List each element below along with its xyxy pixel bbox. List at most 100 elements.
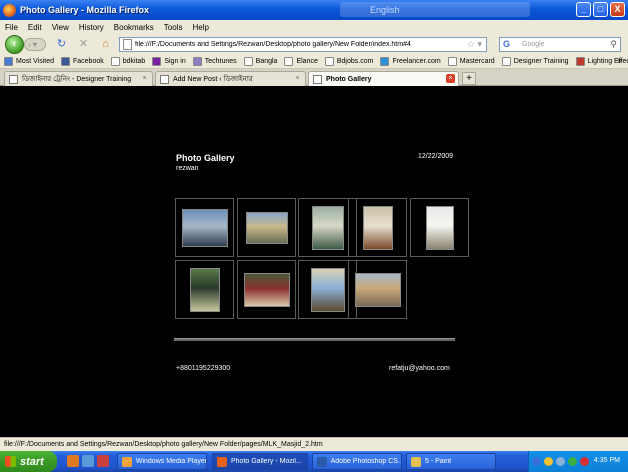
- search-placeholder: Google: [522, 41, 545, 48]
- windows-logo-icon: [5, 456, 16, 467]
- bookmark-label: Elance: [296, 57, 318, 65]
- quicklaunch-firefox-icon[interactable]: [67, 455, 79, 467]
- tab-close-icon[interactable]: ×: [446, 74, 455, 83]
- tray-messenger-icon[interactable]: [544, 457, 553, 466]
- quicklaunch-media-icon[interactable]: [97, 455, 109, 467]
- forward-button[interactable]: › ▾: [24, 38, 46, 51]
- bookmark-icon: [192, 56, 202, 66]
- tab-designer-training[interactable]: ডিজাইনার ট্রেনিং - Designer Training ×: [4, 71, 153, 86]
- menu-tools[interactable]: Tools: [164, 23, 183, 32]
- footer-phone: +8801195229300: [176, 365, 231, 372]
- thumbnail-image: [189, 267, 220, 312]
- bookmark-item[interactable]: bdkitab: [110, 56, 146, 66]
- taskbar-app-icon: [122, 456, 132, 467]
- bookmark-label: Sign in: [164, 57, 186, 65]
- page-content: Photo Gallery rezwan 12/22/2009 +8801195…: [0, 86, 628, 437]
- url-text[interactable]: file:///F:/Documents and Settings/Rezwan…: [135, 41, 411, 48]
- bookmark-item[interactable]: Bangla: [243, 56, 278, 66]
- search-box[interactable]: G Google ⚲: [499, 37, 621, 52]
- maximize-button[interactable]: □: [593, 2, 608, 17]
- bookmark-icon: [243, 56, 253, 66]
- taskbar-button[interactable]: Adobe Photoshop CS...: [312, 453, 402, 470]
- taskbar-app-icon: [411, 456, 421, 467]
- gallery-thumbnail[interactable]: [175, 198, 234, 257]
- menu-edit[interactable]: Edit: [28, 23, 42, 32]
- close-button[interactable]: X: [610, 2, 625, 17]
- stop-icon[interactable]: ✕: [77, 38, 90, 51]
- gallery-thumbnail[interactable]: [410, 198, 469, 257]
- tray-volume-icon[interactable]: [556, 457, 565, 466]
- tab-photo-gallery[interactable]: Photo Gallery ×: [308, 71, 459, 86]
- tray-shield-icon[interactable]: [568, 457, 577, 466]
- gallery-thumbnail[interactable]: [175, 260, 234, 319]
- taskbar-button[interactable]: Photo Gallery - Mozil...: [212, 453, 308, 470]
- tray-antivirus-icon[interactable]: [580, 457, 589, 466]
- bookmark-label: Most Visited: [16, 57, 54, 65]
- tab-page-icon: [313, 74, 322, 84]
- tray-network-icon[interactable]: [532, 457, 541, 466]
- minimize-button[interactable]: _: [576, 2, 591, 17]
- bookmark-icon: [324, 56, 334, 66]
- bookmark-item[interactable]: Techtunes: [192, 56, 237, 66]
- bookmarks-overflow-button[interactable]: »: [618, 56, 622, 65]
- language-bar[interactable]: English: [340, 2, 530, 17]
- bookmark-label: bdkitab: [122, 57, 146, 65]
- taskbar-button[interactable]: 5 - Paint: [406, 453, 496, 470]
- menu-file[interactable]: File: [5, 23, 18, 32]
- gallery-thumbnail[interactable]: [348, 260, 407, 319]
- reload-icon[interactable]: ↻: [55, 38, 68, 51]
- menu-help[interactable]: Help: [192, 23, 208, 32]
- bookmark-icon: [284, 56, 294, 66]
- menu-view[interactable]: View: [52, 23, 69, 32]
- bookmark-star-icon[interactable]: ☆ ▾: [467, 39, 482, 50]
- bookmark-item[interactable]: Elance: [284, 56, 318, 66]
- tab-label: ডিজাইনার ট্রেনিং - Designer Training: [22, 76, 132, 83]
- new-tab-button[interactable]: +: [462, 72, 476, 85]
- menu-bookmarks[interactable]: Bookmarks: [114, 23, 154, 32]
- bookmark-label: Facebook: [73, 57, 104, 65]
- bookmark-label: Bangla: [255, 57, 278, 65]
- taskbar-label: Photo Gallery - Mozil...: [231, 458, 302, 465]
- gallery-thumbnail[interactable]: [237, 198, 296, 257]
- bookmark-item[interactable]: Designer Training: [501, 56, 569, 66]
- taskbar-app-icon: [317, 456, 327, 467]
- thumbnail-image: [181, 208, 228, 247]
- bookmark-label: Bdjobs.com: [336, 57, 374, 65]
- bookmark-label: Techtunes: [204, 57, 237, 65]
- start-button[interactable]: start: [0, 451, 57, 472]
- gallery-thumbnail[interactable]: [348, 198, 407, 257]
- taskbar-label: 5 - Paint: [425, 458, 452, 465]
- google-icon[interactable]: G: [503, 39, 514, 50]
- bookmark-item[interactable]: Most Visited: [4, 56, 54, 66]
- bookmark-item[interactable]: Freelancer.com: [380, 56, 441, 66]
- home-icon[interactable]: ⌂: [99, 38, 112, 51]
- back-button[interactable]: ‹: [5, 35, 24, 54]
- thumbnail-image: [310, 267, 345, 312]
- tab-close-icon[interactable]: ×: [140, 74, 149, 83]
- bookmark-icon: [61, 56, 70, 66]
- bookmark-item[interactable]: Mastercard: [447, 56, 495, 66]
- menu-history[interactable]: History: [79, 23, 104, 32]
- bookmark-icon: [447, 56, 457, 66]
- tab-page-icon: [9, 74, 18, 84]
- quicklaunch-ie-icon[interactable]: [82, 455, 94, 467]
- gallery-thumbnail[interactable]: [237, 260, 296, 319]
- address-bar[interactable]: file:///F:/Documents and Settings/Rezwan…: [119, 37, 487, 52]
- footer-email[interactable]: refatju@yahoo.com: [389, 365, 450, 372]
- taskbar-button[interactable]: Windows Media Player: [117, 453, 207, 470]
- gallery-date: 12/22/2009: [418, 153, 454, 160]
- tab-add-new-post[interactable]: Add New Post ‹ ডিজাইনার ×: [155, 71, 306, 86]
- window-titlebar[interactable]: Photo Gallery - Mozilla Firefox English …: [0, 0, 628, 20]
- taskbar-app-icon: [217, 456, 227, 467]
- bookmark-item[interactable]: Sign in: [152, 56, 186, 66]
- page-icon: [123, 39, 132, 50]
- bookmark-item[interactable]: Bdjobs.com: [324, 56, 374, 66]
- bookmark-item[interactable]: Facebook: [61, 56, 104, 66]
- bookmark-icon: [110, 56, 120, 66]
- status-text: file:///F:/Documents and Settings/Rezwan…: [4, 441, 323, 448]
- tab-close-icon[interactable]: ×: [293, 74, 302, 83]
- tab-label: Photo Gallery: [326, 75, 372, 83]
- menu-bar: File Edit View History Bookmarks Tools H…: [0, 20, 628, 34]
- search-icon[interactable]: ⚲: [610, 39, 617, 50]
- thumbnail-image: [311, 205, 344, 250]
